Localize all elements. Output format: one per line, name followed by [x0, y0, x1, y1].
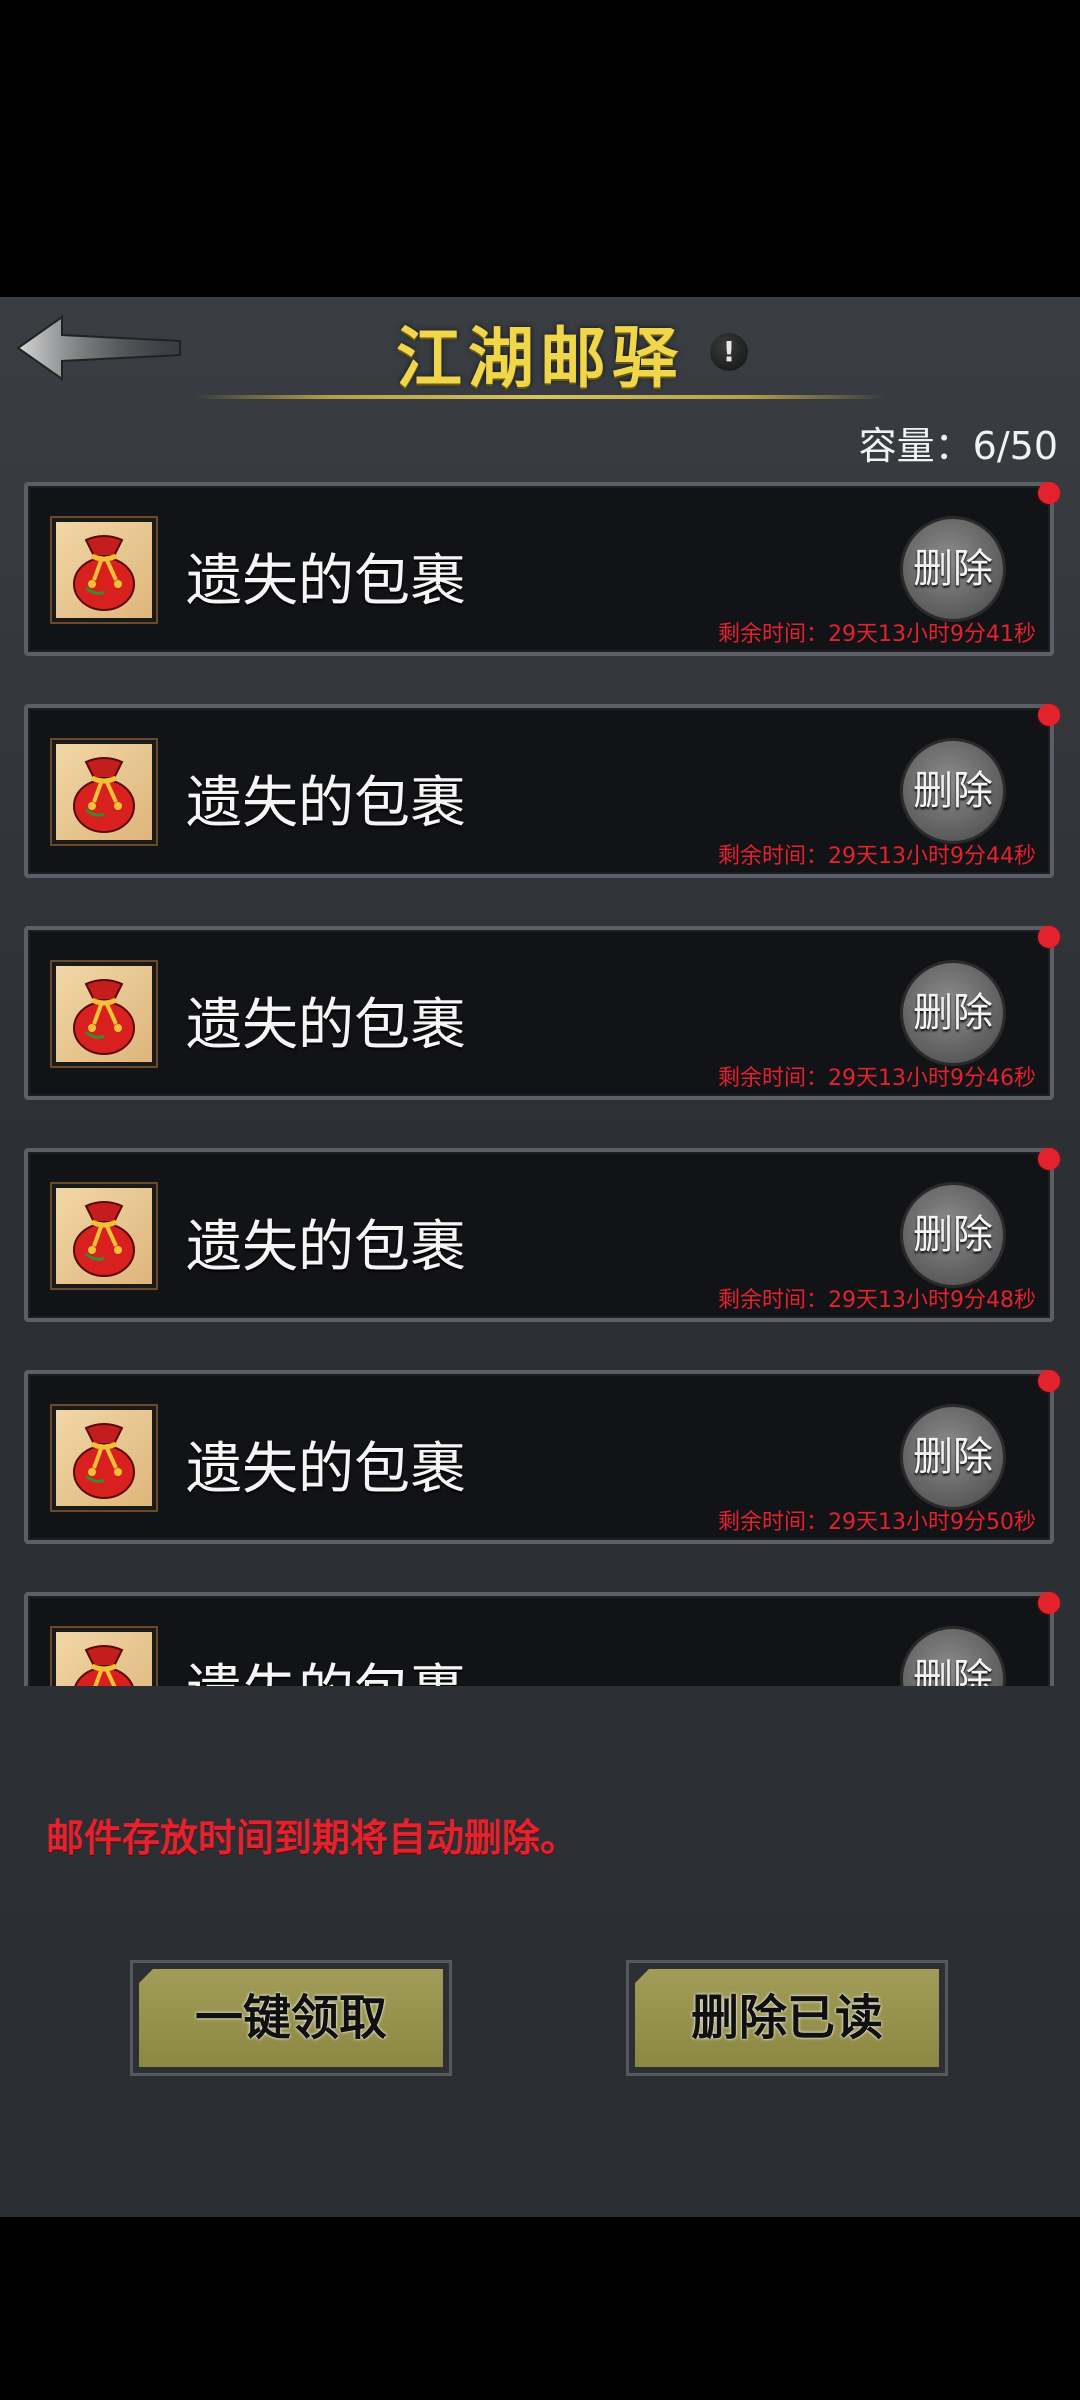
red-pouch-icon [52, 1406, 156, 1510]
delete-button[interactable]: 删除 [900, 738, 1006, 844]
remaining-time: 剩余时间：29天13小时9分50秒 [718, 1510, 1036, 1535]
page-title: 江湖邮驿 [396, 319, 684, 397]
mail-item[interactable]: 遗失的包裹 删除 剩余时间：29天13小时9分46秒 [24, 926, 1060, 1100]
info-icon[interactable]: ! [710, 333, 748, 371]
expiry-notice: 邮件存放时间到期将自动删除。 [46, 1816, 579, 1860]
red-pouch-icon [52, 962, 156, 1066]
capacity-indicator: 容量：6/50 [859, 415, 1058, 470]
capacity-value: 6/50 [972, 424, 1058, 468]
mail-title: 遗失的包裹 [186, 549, 466, 614]
mail-title: 遗失的包裹 [186, 1437, 466, 1502]
delete-button[interactable]: 删除 [900, 516, 1006, 622]
unread-dot [1038, 1592, 1060, 1614]
delete-button[interactable]: 删除 [900, 1626, 1006, 1686]
mail-title: 遗失的包裹 [186, 1215, 466, 1280]
mail-title: 遗失的包裹 [186, 993, 466, 1058]
mail-item[interactable]: 遗失的包裹 删除 剩余时间：29天13小时9分41秒 [24, 482, 1060, 656]
red-pouch-icon [52, 1184, 156, 1288]
unread-dot [1038, 926, 1060, 948]
unread-dot [1038, 1148, 1060, 1170]
capacity-label: 容量： [858, 424, 973, 468]
unread-dot [1038, 704, 1060, 726]
remaining-time: 剩余时间：29天13小时9分48秒 [718, 1288, 1036, 1313]
mail-title: 遗失的包裹 [186, 771, 466, 836]
red-pouch-icon [52, 518, 156, 622]
mail-item[interactable]: 遗失的包裹 删除 剩余时间：29天13小时9分50秒 [24, 1370, 1060, 1544]
unread-dot [1038, 482, 1060, 504]
delete-button[interactable]: 删除 [900, 1404, 1006, 1510]
mail-item[interactable]: 遗失的包裹 删除 [24, 1592, 1060, 1686]
remaining-time: 剩余时间：29天13小时9分46秒 [718, 1066, 1036, 1091]
red-pouch-icon [52, 1628, 156, 1686]
title-divider [195, 395, 885, 399]
delete-button[interactable]: 删除 [900, 960, 1006, 1066]
mail-item[interactable]: 遗失的包裹 删除 剩余时间：29天13小时9分48秒 [24, 1148, 1060, 1322]
mail-item[interactable]: 遗失的包裹 删除 剩余时间：29天13小时9分44秒 [24, 704, 1060, 878]
red-pouch-icon [52, 740, 156, 844]
unread-dot [1038, 1370, 1060, 1392]
delete-button[interactable]: 删除 [900, 1182, 1006, 1288]
claim-all-button[interactable]: 一键领取 [130, 1960, 452, 2076]
mail-list[interactable]: 遗失的包裹 删除 剩余时间：29天13小时9分41秒 遗失的包裹 删除 剩余时间… [0, 482, 1080, 1686]
remaining-time: 剩余时间：29天13小时9分41秒 [718, 622, 1036, 647]
delete-read-button[interactable]: 删除已读 [626, 1960, 948, 2076]
mail-panel: 江湖邮驿 ! 容量：6/50 遗失的包裹 删除 剩余时间：29天13小时9分41… [0, 297, 1080, 2217]
remaining-time: 剩余时间：29天13小时9分44秒 [718, 844, 1036, 869]
mail-title: 遗失的包裹 [186, 1646, 466, 1686]
delete-read-label: 删除已读 [635, 1969, 939, 2067]
claim-all-label: 一键领取 [139, 1969, 443, 2067]
